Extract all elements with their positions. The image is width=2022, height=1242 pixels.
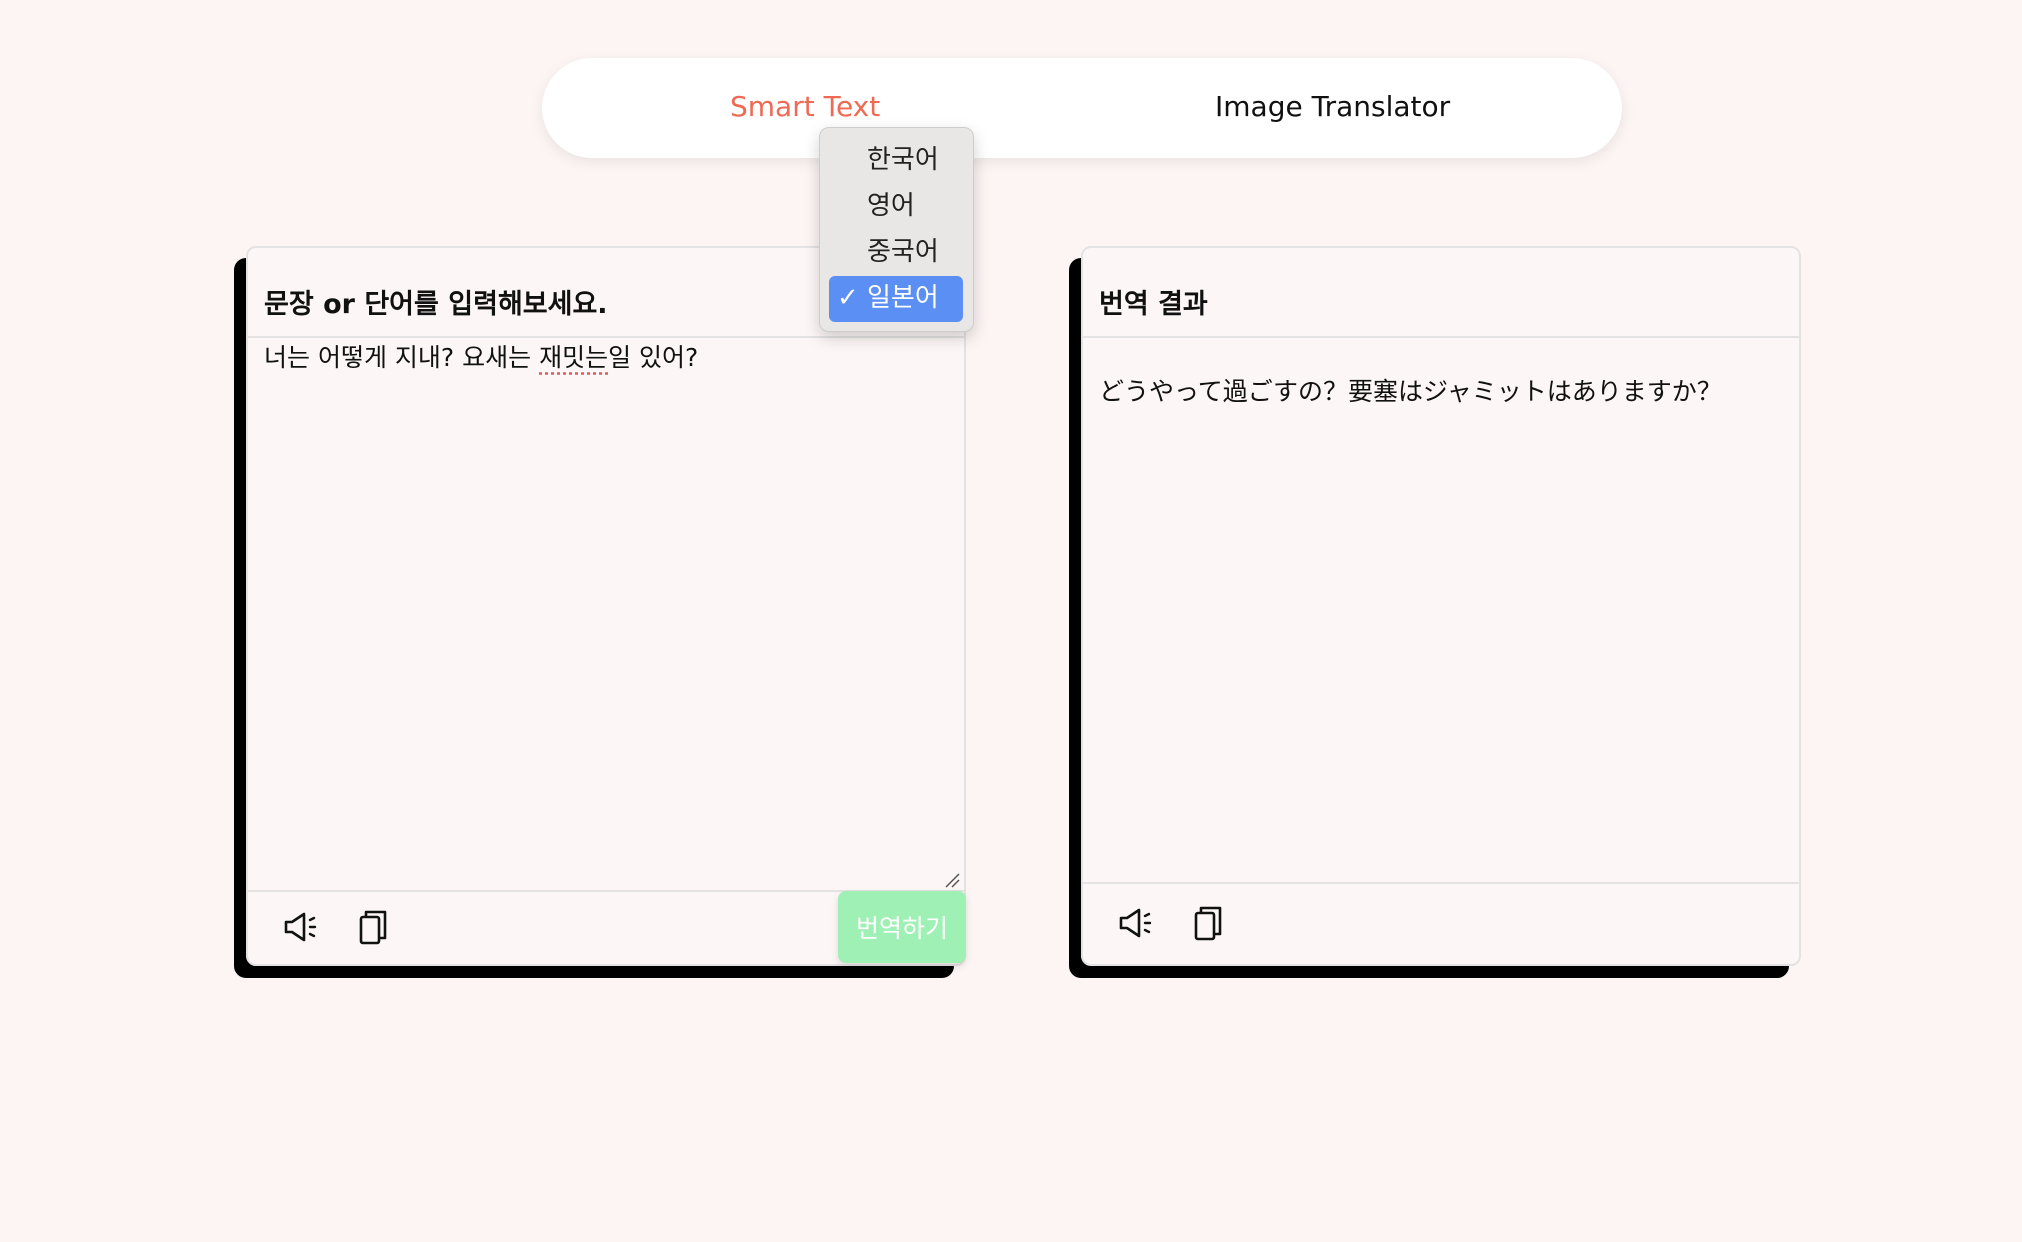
language-dropdown-menu: 한국어 영어 중국어 ✓ 일본어 xyxy=(819,127,974,332)
speaker-icon[interactable] xyxy=(280,906,322,948)
divider xyxy=(1083,882,1799,884)
language-option-korean[interactable]: 한국어 xyxy=(829,138,963,184)
divider xyxy=(248,336,964,338)
result-panel-title: 번역 결과 xyxy=(1099,289,1208,320)
language-option-japanese[interactable]: ✓ 일본어 xyxy=(829,276,963,322)
checkmark-icon: ✓ xyxy=(837,283,859,313)
source-text-input[interactable]: 너는 어떻게 지내? 요새는 재밋는일 있어? xyxy=(264,340,944,790)
tab-smart-text[interactable]: Smart Text xyxy=(730,90,880,123)
copy-icon[interactable] xyxy=(1187,902,1229,944)
resize-handle-icon[interactable] xyxy=(944,872,960,888)
source-panel-title: 문장 or 단어를 입력해보세요. xyxy=(264,289,608,320)
translation-result: どうやって過ごすの？要塞はジャミットはありますか？ xyxy=(1099,377,1722,406)
language-option-english[interactable]: 영어 xyxy=(829,184,963,230)
result-panel: 번역 결과 どうやって過ごすの？要塞はジャミットはありますか？ xyxy=(1081,246,1801,966)
divider xyxy=(1083,336,1799,338)
translate-button[interactable]: 번역하기 xyxy=(838,891,966,963)
tab-image-translator[interactable]: Image Translator xyxy=(1215,90,1450,123)
speaker-icon[interactable] xyxy=(1115,902,1157,944)
top-nav: Smart Text Image Translator xyxy=(542,58,1622,158)
language-option-chinese[interactable]: 중국어 xyxy=(829,230,963,276)
copy-icon[interactable] xyxy=(352,906,394,948)
misspelled-word: 재밋는 xyxy=(539,343,609,372)
source-panel: 문장 or 단어를 입력해보세요. 너는 어떻게 지내? 요새는 재밋는일 있어… xyxy=(246,246,966,966)
